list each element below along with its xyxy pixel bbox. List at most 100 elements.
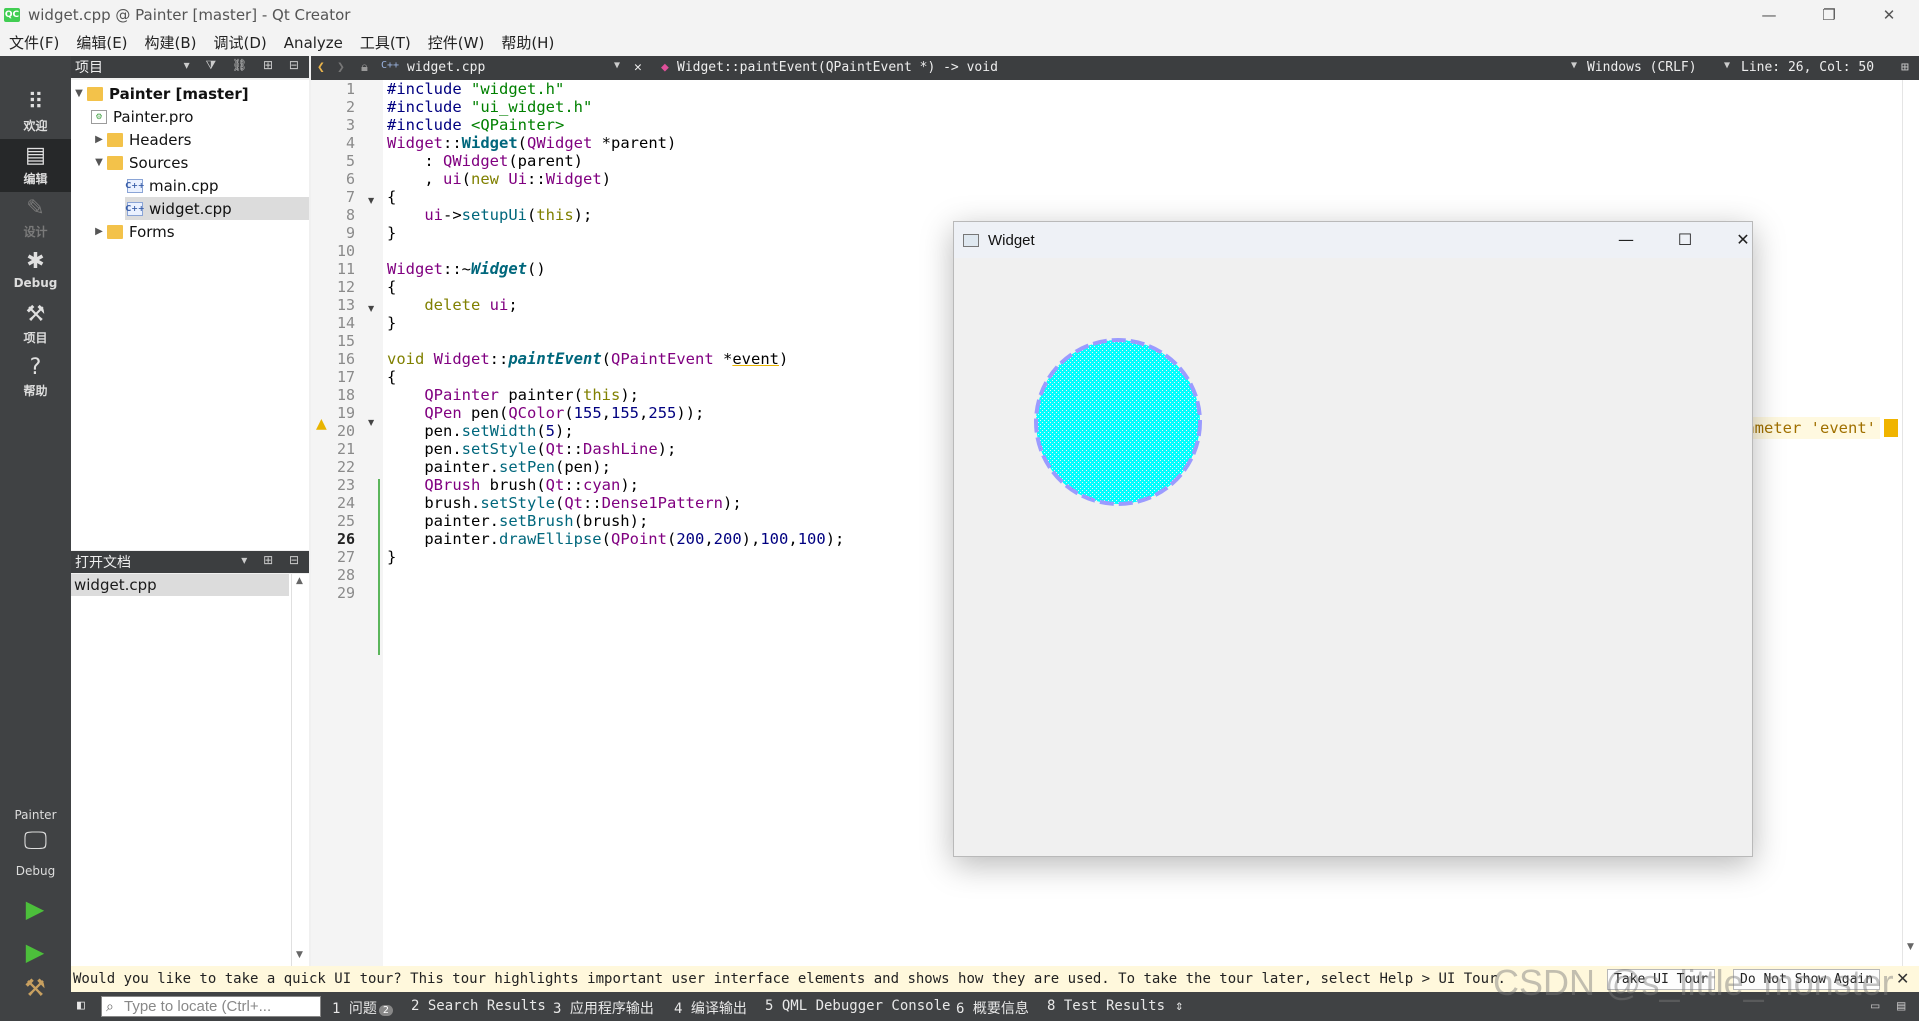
mode-debug[interactable]: ✱ Debug bbox=[0, 245, 71, 298]
chevron-down-icon[interactable]: ▼ bbox=[614, 60, 620, 71]
painted-ellipse bbox=[1034, 338, 1202, 506]
cursor-position[interactable]: Line: 26, Col: 50 bbox=[1741, 60, 1874, 75]
locator-placeholder: Type to locate (Ctrl+... bbox=[124, 998, 272, 1015]
tree-item-project[interactable]: ▼ Painter [master] bbox=[71, 82, 309, 105]
open-doc-item[interactable]: widget.cpp bbox=[71, 574, 289, 596]
design-pen-icon: ✎ bbox=[26, 196, 45, 221]
pro-file-icon: ⚙ bbox=[91, 109, 107, 124]
projects-panel-header: 项目 ▾ ⧩ ⛓ ⊞ ⊟ bbox=[71, 56, 309, 78]
menu-analyze[interactable]: Analyze bbox=[275, 34, 351, 52]
tab-general-messages[interactable]: 6 概要信息 bbox=[956, 998, 1029, 1018]
close-icon[interactable]: ✕ bbox=[1723, 228, 1763, 252]
code-line: } bbox=[387, 548, 397, 566]
panel-tools-icons[interactable]: ▾ ⊞ ⊟ bbox=[241, 553, 305, 567]
symbol-combo[interactable]: Widget::paintEvent(QPaintEvent *) -> voi… bbox=[677, 60, 998, 75]
mode-label: 欢迎 bbox=[23, 119, 48, 133]
window-icon bbox=[963, 233, 979, 247]
code-line: painter.drawEllipse(QPoint(200,200),100,… bbox=[387, 530, 845, 548]
minimize-icon[interactable]: — bbox=[1606, 228, 1646, 252]
maximize-icon[interactable]: ☐ bbox=[1665, 228, 1705, 252]
tree-item-label: Painter [master] bbox=[109, 84, 249, 103]
chevron-down-icon[interactable]: ▼ bbox=[91, 157, 107, 168]
locator-input[interactable]: ⌕ Type to locate (Ctrl+... bbox=[101, 996, 321, 1017]
tab-issues[interactable]: 1 问题 2 bbox=[332, 998, 393, 1018]
current-file-combo[interactable]: widget.cpp bbox=[407, 60, 485, 75]
chevron-down-icon[interactable]: ▼ bbox=[1571, 60, 1577, 71]
back-icon[interactable]: ❮ bbox=[317, 60, 325, 75]
menu-debug[interactable]: 调试(D) bbox=[205, 32, 275, 53]
menu-help[interactable]: 帮助(H) bbox=[492, 32, 562, 53]
code-line: delete ui; bbox=[424, 296, 518, 314]
chevron-updown-icon[interactable]: ⇕ bbox=[1175, 998, 1183, 1014]
chevron-right-icon[interactable]: ▶ bbox=[91, 226, 107, 237]
mode-label: Debug bbox=[13, 276, 58, 290]
editor-scrollbar[interactable]: ▼ bbox=[1902, 80, 1919, 966]
mode-selector: ⠿ 欢迎 ▤ 编辑 ✎ 设计 ✱ Debug ⚒ 项目 ? 帮助 Painter… bbox=[0, 56, 71, 1021]
chevron-right-icon[interactable]: ▶ bbox=[91, 134, 107, 145]
tab-label: 1 问题 bbox=[332, 1001, 377, 1017]
build-hammer-icon[interactable]: ⚒ bbox=[20, 974, 50, 1004]
fold-icon[interactable]: ▼ bbox=[368, 418, 374, 427]
chevron-down-icon[interactable]: ▼ bbox=[1724, 60, 1730, 71]
run-icon[interactable]: ▶ bbox=[20, 895, 50, 925]
toggle-sidebar-icon[interactable]: ◧ bbox=[77, 998, 85, 1013]
tree-item-label: Headers bbox=[129, 130, 192, 149]
close-icon[interactable]: ✕ bbox=[1896, 969, 1909, 988]
menu-edit[interactable]: 编辑(E) bbox=[67, 32, 135, 53]
scroll-down-icon[interactable]: ▼ bbox=[1907, 942, 1914, 952]
split-icon[interactable]: ⊞ bbox=[1901, 60, 1909, 75]
tab-qml-debugger[interactable]: 5 QML Debugger Console bbox=[765, 998, 950, 1014]
menu-build[interactable]: 构建(B) bbox=[136, 32, 205, 53]
mode-welcome[interactable]: ⠿ 欢迎 bbox=[0, 86, 71, 139]
menu-controls[interactable]: 控件(W) bbox=[419, 32, 493, 53]
scrollbar[interactable]: ▲ ▼ bbox=[291, 574, 309, 966]
forward-icon[interactable]: ❯ bbox=[337, 60, 345, 75]
minimize-icon[interactable]: — bbox=[1740, 0, 1798, 29]
tab-search-results[interactable]: 2 Search Results bbox=[411, 998, 546, 1014]
tab-compile-output[interactable]: 4 编译输出 bbox=[674, 998, 747, 1018]
window-title: widget.cpp @ Painter [master] - Qt Creat… bbox=[28, 5, 351, 24]
restore-icon[interactable]: ❐ bbox=[1800, 0, 1858, 29]
menu-file[interactable]: 文件(F) bbox=[0, 32, 67, 53]
tab-test-results[interactable]: 8 Test Results bbox=[1047, 998, 1165, 1014]
fold-icon[interactable]: ▼ bbox=[368, 304, 374, 313]
projects-wrench-icon: ⚒ bbox=[25, 302, 46, 327]
kit-project-label: Painter bbox=[14, 808, 57, 822]
close-icon[interactable]: ✕ bbox=[1860, 0, 1918, 29]
menu-tools[interactable]: 工具(T) bbox=[351, 32, 419, 53]
tree-item-pro[interactable]: ⚙ Painter.pro bbox=[71, 105, 309, 128]
mode-projects[interactable]: ⚒ 项目 bbox=[0, 298, 71, 351]
mode-design[interactable]: ✎ 设计 bbox=[0, 192, 71, 245]
line-endings-combo[interactable]: Windows (CRLF) bbox=[1587, 60, 1697, 75]
tree-item-main-cpp[interactable]: C++ main.cpp bbox=[71, 174, 309, 197]
scroll-down-icon[interactable]: ▼ bbox=[296, 950, 303, 960]
kit-config-label: Debug bbox=[15, 864, 56, 878]
project-tree: ▼ Painter [master] ⚙ Painter.pro ▶ Heade… bbox=[71, 80, 309, 550]
output-pane-icon[interactable]: ▤ bbox=[1897, 998, 1905, 1014]
tree-item-sources[interactable]: ▼ Sources bbox=[71, 151, 309, 174]
tree-item-widget-cpp[interactable]: C++ widget.cpp bbox=[125, 197, 309, 220]
tab-application-output[interactable]: 3 应用程序输出 bbox=[553, 998, 654, 1018]
debug-run-icon[interactable]: ▶ bbox=[20, 938, 50, 968]
monitor-icon[interactable]: 🖵 bbox=[0, 826, 71, 854]
panel-tools-icons[interactable]: ▾ ⧩ ⛓ ⊞ ⊟ bbox=[184, 58, 305, 73]
mode-help[interactable]: ? 帮助 bbox=[0, 351, 71, 404]
open-documents-list: widget.cpp ▲ ▼ bbox=[71, 574, 309, 966]
code-line: } bbox=[387, 224, 397, 242]
scroll-up-icon[interactable]: ▲ bbox=[296, 576, 303, 586]
widget-window[interactable]: Widget — ☐ ✕ bbox=[953, 221, 1753, 857]
mode-edit[interactable]: ▤ 编辑 bbox=[0, 139, 71, 192]
chevron-down-icon[interactable]: ▼ bbox=[71, 88, 87, 99]
warning-annotation[interactable]: rameter 'event' bbox=[1732, 417, 1880, 439]
tree-item-forms[interactable]: ▶ Forms bbox=[71, 220, 309, 243]
cpp-file-icon: C++ bbox=[125, 178, 145, 193]
tree-item-headers[interactable]: ▶ Headers bbox=[71, 128, 309, 151]
tree-item-label: Sources bbox=[129, 153, 189, 172]
help-question-icon: ? bbox=[29, 355, 42, 380]
fold-icon[interactable]: ▼ bbox=[368, 196, 374, 205]
cpp-file-icon: C++ bbox=[381, 60, 400, 71]
lock-icon: 🔒︎ bbox=[361, 60, 368, 75]
close-document-icon[interactable]: ✕ bbox=[634, 60, 642, 75]
code-line: ui->setupUi(this); bbox=[424, 206, 593, 224]
edit-document-icon: ▤ bbox=[25, 143, 46, 168]
